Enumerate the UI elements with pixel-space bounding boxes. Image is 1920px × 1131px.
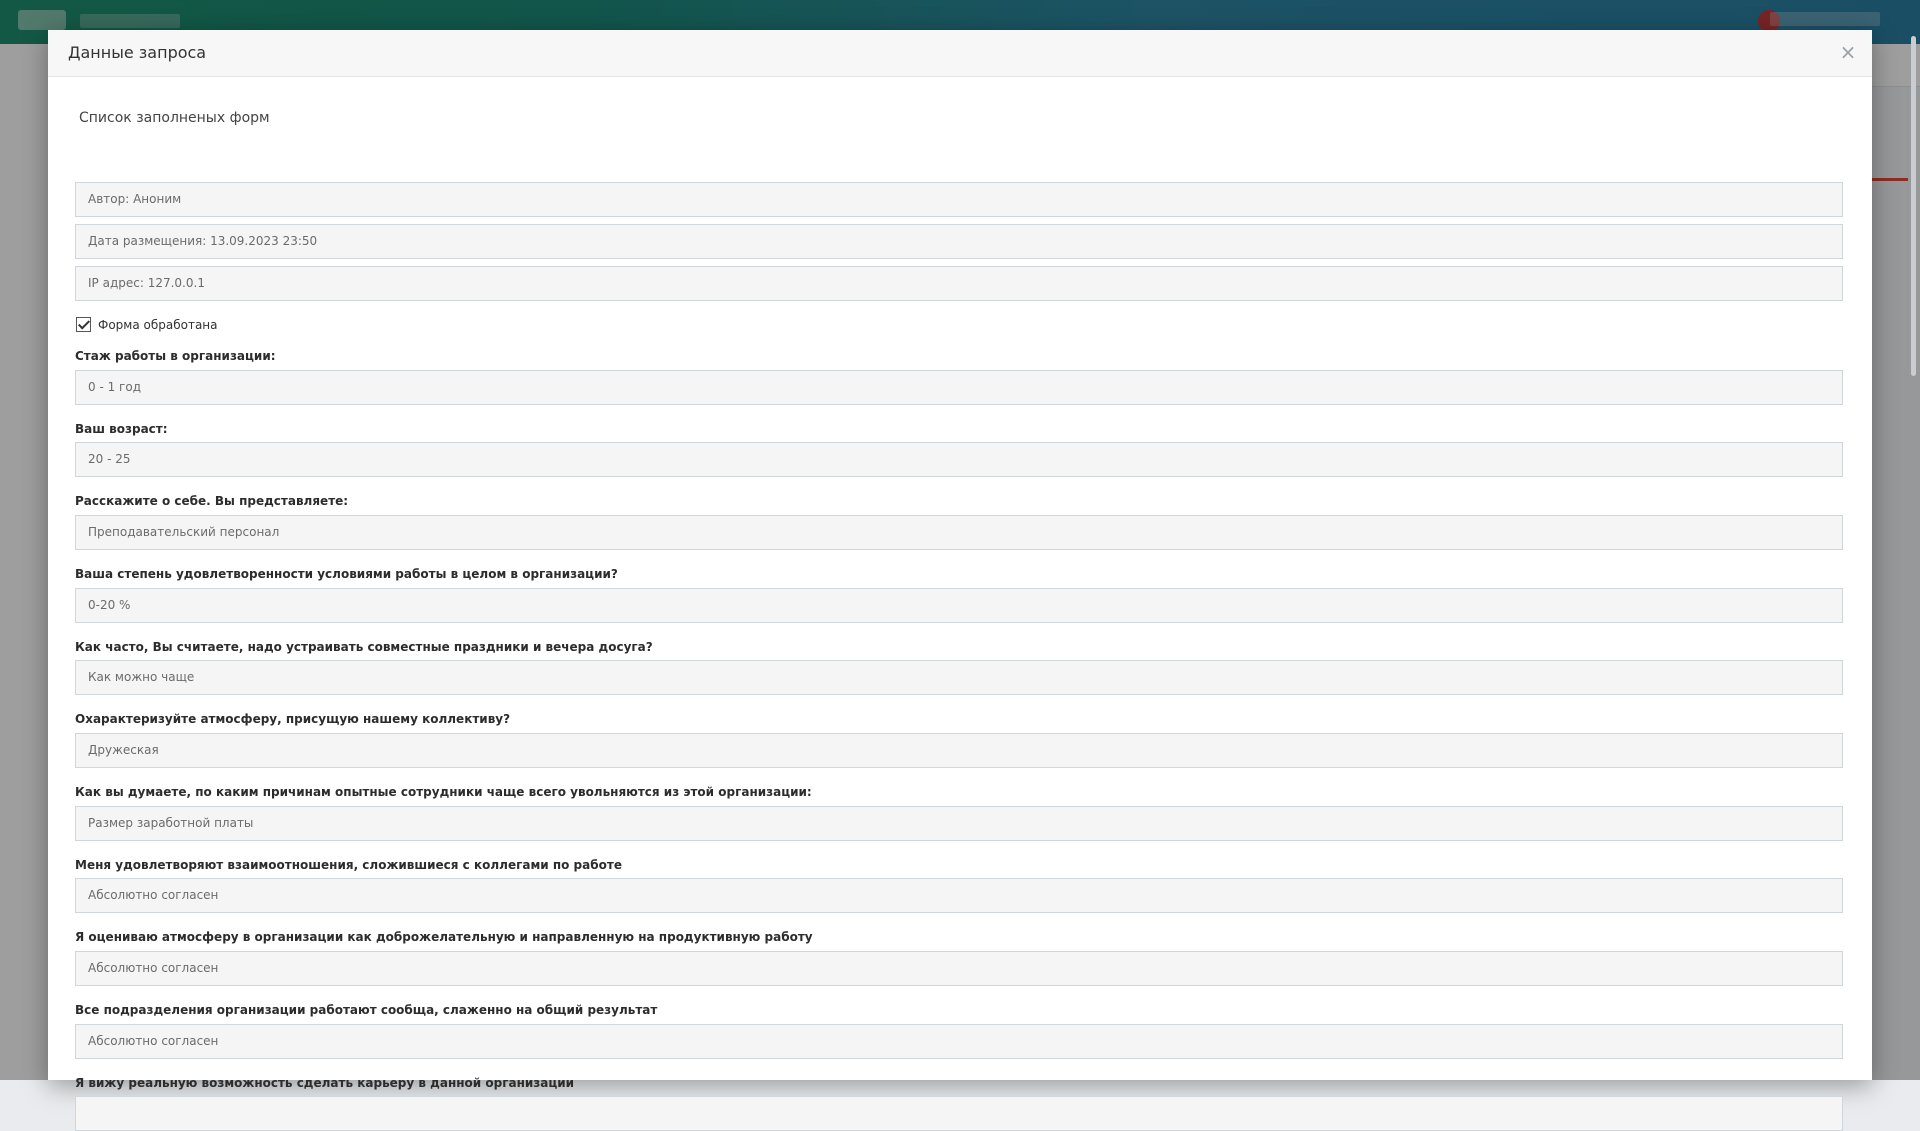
question-label: Как вы думаете, по каким причинам опытны…: [75, 785, 812, 799]
question-label: Охарактеризуйте атмосферу, присущую наше…: [75, 712, 511, 726]
answer-field[interactable]: Размер заработной платы: [75, 806, 1843, 841]
answer-value: 20 - 25: [88, 452, 131, 466]
author-field[interactable]: Автор: Аноним: [75, 182, 1843, 217]
ip-value: IP адрес: 127.0.0.1: [88, 276, 205, 290]
processed-checkbox[interactable]: [76, 317, 91, 332]
answer-value: Преподавательский персонал: [88, 525, 280, 539]
question-label: Я оцениваю атмосферу в организации как д…: [75, 930, 813, 944]
answer-field[interactable]: 0-20 %: [75, 588, 1843, 623]
answer-field[interactable]: 20 - 25: [75, 442, 1843, 477]
modal-title: Данные запроса: [68, 43, 207, 62]
answer-value: Размер заработной платы: [88, 816, 254, 830]
answer-field[interactable]: Абсолютно согласен: [75, 878, 1843, 913]
date-field[interactable]: Дата размещения: 13.09.2023 23:50: [75, 224, 1843, 259]
date-value: Дата размещения: 13.09.2023 23:50: [88, 234, 318, 248]
answer-value: Как можно чаще: [88, 670, 195, 684]
answer-field[interactable]: Абсолютно согласен: [75, 1024, 1843, 1059]
answer-value: Дружеская: [88, 743, 159, 757]
question-label: Стаж работы в организации:: [75, 349, 276, 363]
question-label: Меня удовлетворяют взаимоотношения, слож…: [75, 858, 622, 872]
modal-header: Данные запроса ×: [48, 30, 1872, 77]
answer-value: 0-20 %: [88, 598, 131, 612]
answer-value: Абсолютно согласен: [88, 888, 219, 902]
ip-field[interactable]: IP адрес: 127.0.0.1: [75, 266, 1843, 301]
answer-field[interactable]: [75, 1096, 1843, 1131]
question-label: Я вижу реальную возможность сделать карь…: [75, 1076, 575, 1090]
question-label: Ваша степень удовлетворенности условиями…: [75, 567, 618, 581]
question-label: Расскажите о себе. Вы представляете:: [75, 494, 349, 508]
close-button[interactable]: ×: [1836, 40, 1860, 64]
page-scrollbar[interactable]: [1911, 36, 1916, 376]
question-label: Ваш возраст:: [75, 422, 168, 436]
answer-field[interactable]: Абсолютно согласен: [75, 951, 1843, 986]
answer-value: Абсолютно согласен: [88, 1034, 219, 1048]
answer-value: 0 - 1 год: [88, 380, 141, 394]
answer-field[interactable]: Как можно чаще: [75, 660, 1843, 695]
request-data-modal: Данные запроса × Список заполненых форм …: [48, 30, 1872, 1131]
answer-value: Абсолютно согласен: [88, 961, 219, 975]
author-value: Автор: Аноним: [88, 192, 182, 206]
answer-field[interactable]: 0 - 1 год: [75, 370, 1843, 405]
section-title: Список заполненых форм: [79, 110, 270, 126]
answer-field[interactable]: Дружеская: [75, 733, 1843, 768]
answer-field[interactable]: Преподавательский персонал: [75, 515, 1843, 550]
processed-label: Форма обработана: [98, 318, 218, 332]
question-label: Как часто, Вы считаете, надо устраивать …: [75, 640, 653, 654]
question-label: Все подразделения организации работают с…: [75, 1003, 658, 1017]
